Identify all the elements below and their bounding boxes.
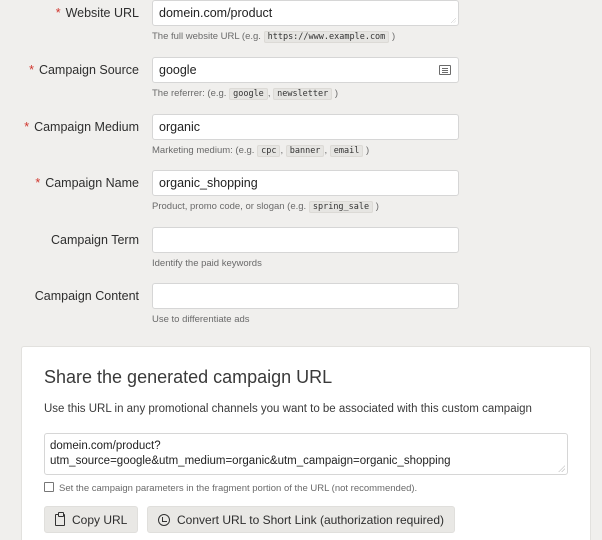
share-panel: Share the generated campaign URL Use thi… bbox=[21, 346, 591, 540]
campaign-content-hint: Use to differentiate ads bbox=[152, 314, 250, 325]
campaign-source-input[interactable]: google bbox=[152, 57, 459, 83]
campaign-source-hint: The referrer: (e.g. google, newsletter ) bbox=[152, 88, 339, 100]
clipboard-icon bbox=[55, 512, 65, 526]
resize-grip-icon[interactable] bbox=[558, 465, 565, 472]
website-url-hint: The full website URL (e.g. https://www.e… bbox=[152, 31, 396, 43]
campaign-content-input[interactable] bbox=[152, 283, 459, 309]
campaign-name-input[interactable]: organic_shopping bbox=[152, 170, 459, 196]
campaign-term-label: Campaign Term bbox=[50, 233, 139, 247]
short-link-button[interactable]: Convert URL to Short Link (authorization… bbox=[147, 506, 456, 533]
campaign-term-input[interactable] bbox=[152, 227, 459, 253]
fragment-option: Set the campaign parameters in the fragm… bbox=[44, 482, 417, 494]
campaign-name-hint: Product, promo code, or slogan (e.g. spr… bbox=[152, 201, 379, 213]
campaign-name-label: * Campaign Name bbox=[35, 176, 139, 190]
website-url-input[interactable]: domein.com/product bbox=[152, 0, 459, 26]
link-icon bbox=[158, 514, 170, 526]
campaign-source-label: * Campaign Source bbox=[29, 63, 139, 77]
copy-url-button[interactable]: Copy URL bbox=[44, 506, 139, 533]
fragment-checkbox-label: Set the campaign parameters in the fragm… bbox=[59, 483, 418, 494]
generated-url-line-2: utm_source=google&utm_medium=organic&utm… bbox=[50, 455, 451, 467]
campaign-medium-label: * Campaign Medium bbox=[24, 120, 139, 134]
generated-url-line-1: domein.com/product? bbox=[50, 440, 161, 452]
campaign-medium-hint: Marketing medium: (e.g. cpc, banner, ema… bbox=[152, 145, 370, 157]
campaign-url-builder: * Website URL domein.com/product The full… bbox=[0, 0, 602, 540]
generated-url-textarea[interactable]: domein.com/product? utm_source=google&ut… bbox=[44, 433, 568, 475]
list-icon[interactable] bbox=[439, 65, 451, 75]
fragment-checkbox[interactable] bbox=[44, 482, 54, 492]
campaign-term-hint: Identify the paid keywords bbox=[152, 258, 262, 269]
campaign-content-label: Campaign Content bbox=[34, 289, 139, 303]
share-panel-title: Share the generated campaign URL bbox=[44, 367, 333, 387]
campaign-medium-input[interactable]: organic bbox=[152, 114, 459, 140]
website-url-label: * Website URL bbox=[55, 6, 139, 20]
share-panel-description: Use this URL in any promotional channels… bbox=[44, 403, 532, 415]
